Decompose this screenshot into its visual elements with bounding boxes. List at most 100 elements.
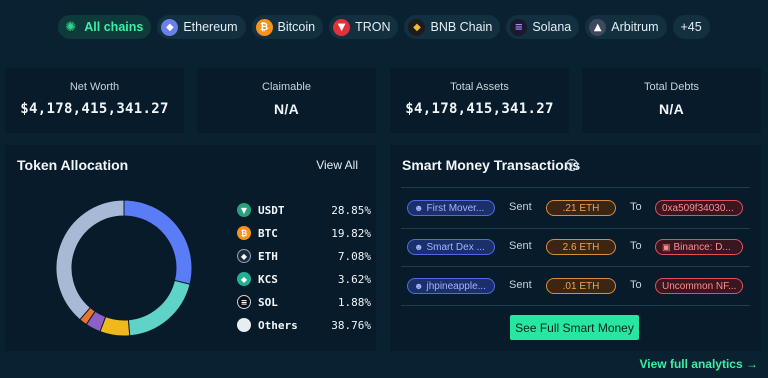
token-symbol: USDT [258,203,285,217]
see-full-smart-money-button[interactable]: See Full Smart Money [510,315,639,340]
chain-chip-arbitrum[interactable]: ▲ Arbitrum [585,15,667,39]
donut-slice-others[interactable] [55,199,125,321]
usdt-icon: ▼ [237,203,251,217]
transaction-row[interactable]: ☻ First Mover... Sent .21 ETH To 0xa509f3… [401,197,750,219]
chain-chip-label: Bitcoin [277,20,316,34]
smart-money-icon: ☻ [414,203,424,213]
to-label: To [630,201,642,213]
legend-row-kcs: ◆ KCS 3.62% [237,271,371,287]
sol-icon: ≡ [237,295,251,309]
recipient-name: 0xa509f34030... [662,202,734,214]
btc-icon: ₿ [237,226,251,240]
token-allocation-panel: Token Allocation View All ▼ USDT 28.85% … [5,145,376,351]
kcs-icon: ◆ [237,272,251,286]
chain-chip-label: Ethereum [183,20,238,34]
transaction-row[interactable]: ☻ Smart Dex ... Sent 2.6 ETH To ▣ Binance:… [401,236,750,258]
total-debts-label: Total Debts [643,81,700,93]
donut-slice-btc[interactable] [127,279,191,337]
total-assets-value: $4,178,415,341.27 [405,101,554,117]
ethereum-icon: ◆ [161,18,179,36]
bnb-icon: ◆ [408,18,426,36]
chain-chip-label: TRON [355,20,391,34]
more-chains-label: +45 [680,20,702,34]
amount-value: .01 ETH [562,280,600,292]
chain-chip-ethereum[interactable]: ◆ Ethereum [157,15,246,39]
sender-pill[interactable]: ☻ Smart Dex ... [407,239,495,255]
amount-value: .21 ETH [562,202,600,214]
token-symbol: SOL [258,295,278,309]
token-allocation-title: Token Allocation [17,157,129,173]
chain-chip-label: Arbitrum [611,20,659,34]
recipient-name: Uncommon NF... [662,280,737,292]
legend-row-usdt: ▼ USDT 28.85% [237,202,371,218]
others-icon [237,318,251,332]
chain-chip-bnb[interactable]: ◆ BNB Chain [404,15,501,39]
total-debts-value: N/A [658,101,684,117]
smart-money-title: Smart Money Transactions [402,157,581,173]
divider [401,187,750,188]
arbitrum-icon: ▲ [589,18,607,36]
amount-value: 2.6 ETH [562,241,600,253]
exchange-icon: ▣ [662,241,671,252]
divider [401,228,750,229]
total-assets-card: Total Assets $4,178,415,341.27 [390,68,569,133]
view-full-analytics-link[interactable]: View full analytics → [640,357,759,371]
recipient-pill[interactable]: ▣ Binance: D... [655,239,743,255]
amount-pill: .01 ETH [546,278,616,294]
chain-chip-solana[interactable]: ≡ Solana [506,15,580,39]
chain-chip-bitcoin[interactable]: ₿ Bitcoin [251,15,324,39]
sent-label: Sent [509,201,532,213]
legend-row-btc: ₿ BTC 19.82% [237,225,371,241]
token-symbol: KCS [258,272,278,286]
divider [401,266,750,267]
legend-row-others: Others 38.76% [237,317,371,333]
sender-pill[interactable]: ☻ First Mover... [407,200,495,216]
eth-icon: ◆ [237,249,251,263]
chain-chip-label: BNB Chain [430,20,493,34]
amount-pill: 2.6 ETH [546,239,616,255]
token-symbol: Others [258,318,298,332]
divider [401,305,750,306]
smart-money-panel: Smart Money Transactions i ☻ First Mover.… [390,145,761,351]
sender-name: jhpineapple... [426,280,486,292]
chain-chip-label: Solana [532,20,572,34]
net-worth-value: $4,178,415,341.27 [20,101,169,117]
token-percent: 1.88% [337,295,371,309]
recipient-pill[interactable]: 0xa509f34030... [655,200,743,216]
sender-pill[interactable]: ☻ jhpineapple... [407,278,495,294]
tron-icon: ▼ [333,18,351,36]
more-chains-button[interactable]: +45 [672,15,710,39]
transaction-row[interactable]: ☻ jhpineapple... Sent .01 ETH To Uncommon… [401,275,750,297]
donut-slice-usdt[interactable] [123,199,193,285]
recipient-pill[interactable]: Uncommon NF... [655,278,743,294]
smart-money-icon: ☻ [414,281,424,291]
token-symbol: ETH [258,249,278,263]
chain-chip-tron[interactable]: ▼ TRON [329,15,399,39]
sent-label: Sent [509,240,532,252]
chain-chip-label: All chains [84,20,144,34]
legend-row-sol: ≡ SOL 1.88% [237,294,371,310]
token-percent: 7.08% [337,249,371,263]
token-percent: 3.62% [337,272,371,286]
claimable-label: Claimable [262,81,311,93]
total-assets-label: Total Assets [450,81,509,93]
to-label: To [630,279,642,291]
smart-money-icon: ☻ [414,242,424,252]
net-worth-label: Net Worth [69,81,120,93]
claimable-value: N/A [273,101,299,117]
sender-name: Smart Dex ... [426,241,485,253]
total-debts-card: Total Debts N/A [582,68,761,133]
view-all-link[interactable]: View All [316,158,358,172]
sent-label: Sent [509,279,532,291]
sender-name: First Mover... [426,202,485,214]
legend-row-eth: ◆ ETH 7.08% [237,248,371,264]
chain-chip-all[interactable]: ✺ All chains [58,15,152,39]
token-percent: 28.85% [331,203,371,217]
claimable-card: Claimable N/A [197,68,376,133]
net-worth-card: Net Worth $4,178,415,341.27 [5,68,184,133]
solana-icon: ≡ [510,18,528,36]
all-chains-icon: ✺ [65,19,77,35]
allocation-donut-chart [55,199,193,337]
info-icon[interactable]: i [566,159,578,171]
token-percent: 19.82% [331,226,371,240]
